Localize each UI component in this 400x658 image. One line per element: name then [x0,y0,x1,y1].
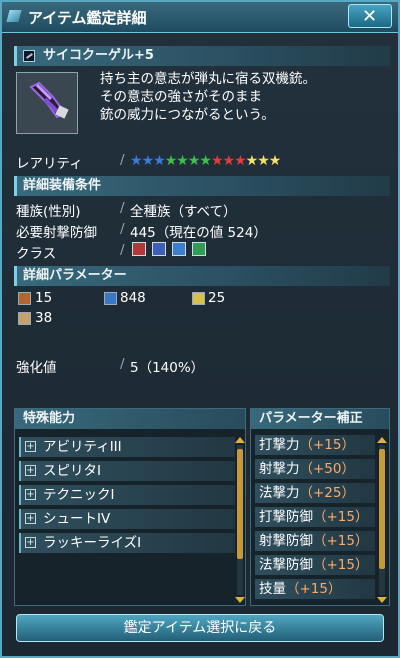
scroll-thumb[interactable] [237,449,243,559]
required-def-label: 必要射撃防御 [16,225,97,241]
ability-item[interactable]: + テクニックI [19,485,235,505]
bonus-scrollbar[interactable] [377,437,387,603]
bonus-value: （+50） [299,461,356,477]
scroll-thumb[interactable] [379,449,385,569]
ability-label: スピリタI [43,463,101,479]
hunter-icon [132,242,146,256]
bonus-value: （+15） [313,509,369,525]
window-title: アイテム鑑定詳細 [28,9,147,27]
title-bar: アイテム鑑定詳細 ✕ [2,2,398,33]
bonus-name: 技量 [259,581,286,597]
bonus-row: 法撃防御（+15） [255,555,375,575]
bonus-value: （+25） [299,485,356,501]
separator: / [120,152,125,168]
item-appraisal-window: アイテム鑑定詳細 ✕ サイコクーゲル+5 持ち主の意志が弾丸に宿る双機銃。 その… [0,0,400,658]
bonus-name: 射撃防御 [259,533,313,549]
param-value: 25 [208,290,226,306]
bonus-value: （+15） [313,557,369,573]
bonus-value: （+15） [313,533,369,549]
separator: / [120,200,125,216]
bonus-row: 法撃力（+25） [255,483,375,503]
description-line: 持ち主の意志が弾丸に宿る双機銃。 [100,71,316,87]
grind-value: 5（140%） [130,360,205,376]
expand-icon: + [25,441,36,452]
separator: / [120,242,125,258]
expand-icon: + [25,537,36,548]
scroll-down-arrow-icon[interactable] [377,597,387,603]
close-button[interactable]: ✕ [348,4,392,28]
magnify-icon [192,292,205,305]
gunner-icon [172,242,186,256]
bonus-name: 法撃防御 [259,557,313,573]
hammer-icon [18,292,31,305]
bonus-name: 射撃力 [259,461,300,477]
scroll-up-arrow-icon[interactable] [377,437,387,443]
param-value: 848 [120,290,146,306]
rarity-label: レアリティ [16,156,83,172]
separator: / [120,221,125,237]
special-abilities-header: 特殊能力 [15,409,245,429]
bonus-value: （+15） [286,581,342,597]
description-line: その意志の強さがそのまま [100,89,262,105]
expand-icon: + [25,465,36,476]
item-name: サイコクーゲル+5 [43,48,154,63]
race-value: 全種族（すべて） [130,204,237,220]
ability-item[interactable]: + シュートIV [19,509,235,529]
scroll-down-arrow-icon[interactable] [235,597,245,603]
abilities-scrollbar[interactable] [235,437,245,603]
bonus-name: 打撃力 [259,437,300,453]
twin-machinegun-icon [23,50,35,62]
element-icon [18,312,31,325]
title-decor-icon [6,10,22,22]
parameters-header: 詳細パラメーター [14,266,390,286]
rarity-star-icon: ★ [268,153,282,169]
bonus-value: （+15） [299,437,356,453]
separator: / [120,356,125,372]
ability-item[interactable]: + アビリティIII [19,437,235,457]
bonus-row: 打撃力（+15） [255,435,375,455]
special-abilities-panel: 特殊能力 + アビリティIII + スピリタI + テクニックI + シュートI… [14,408,246,606]
bonus-name: 打撃防御 [259,509,313,525]
parameter-bonus-panel: パラメーター補正 打撃力（+15） 射撃力（+50） 法撃力（+25） 打撃防御… [250,408,390,606]
ability-label: テクニックI [43,487,115,503]
ability-label: シュートIV [43,511,111,527]
close-icon: ✕ [362,6,378,27]
expand-icon: + [25,513,36,524]
description-line: 銃の威力につながるという。 [100,107,275,123]
rarity-stars: ★★★★★★★★★★★★★ [130,150,282,169]
requirements-header: 詳細装備条件 [14,176,390,196]
back-to-selection-button[interactable]: 鑑定アイテム選択に戻る [16,614,384,642]
weapon-icon [104,292,117,305]
bonus-name: 法撃力 [259,485,300,501]
bonus-row: 射撃防御（+15） [255,531,375,551]
bonus-row: 打撃防御（+15） [255,507,375,527]
scroll-up-arrow-icon[interactable] [235,437,245,443]
param-value: 15 [35,290,53,306]
parameter-bonus-header: パラメーター補正 [251,409,389,429]
item-thumbnail [16,72,78,134]
weapon-image-icon [17,73,77,133]
required-def-value: 445（現在の値 524） [130,225,267,241]
param-value: 38 [35,310,53,326]
bonus-row: 射撃力（+50） [255,459,375,479]
item-description: 持ち主の意志が弾丸に宿る双機銃。 その意志の強さがそのまま 銃の威力につながると… [100,70,316,124]
ability-item[interactable]: + ラッキーライズI [19,533,235,553]
ability-item[interactable]: + スピリタI [19,461,235,481]
item-name-bar: サイコクーゲル+5 [14,46,390,66]
ranger-icon [152,242,166,256]
race-label: 種族(性別) [16,204,81,220]
class-label: クラス [16,246,57,262]
ability-label: ラッキーライズI [43,535,142,551]
expand-icon: + [25,489,36,500]
force-icon [192,242,206,256]
grind-label: 強化値 [16,360,57,376]
ability-label: アビリティIII [43,439,122,455]
bonus-row: 技量（+15） [255,579,375,599]
